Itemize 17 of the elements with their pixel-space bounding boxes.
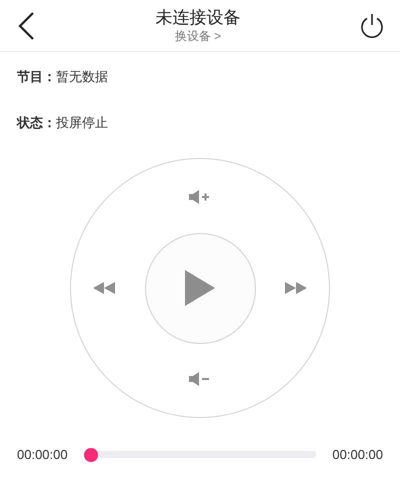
progress-thumb[interactable] <box>84 448 98 462</box>
change-device-link[interactable]: 换设备 > <box>174 28 222 44</box>
progress-track[interactable] <box>98 451 316 458</box>
power-icon[interactable] <box>360 12 384 38</box>
info-value: 暂无数据 <box>56 68 108 86</box>
total-time: 00:00:00 <box>332 446 383 464</box>
rewind-icon[interactable] <box>93 282 115 294</box>
info-label: 节目： <box>17 68 56 86</box>
fast-forward-icon[interactable] <box>285 282 307 294</box>
play-icon <box>185 270 215 306</box>
back-icon[interactable] <box>16 10 36 40</box>
window-title: 未连接设备 <box>156 7 240 29</box>
info-label: 状态： <box>17 114 56 132</box>
volume-up-icon[interactable] <box>188 189 212 205</box>
elapsed-time: 00:00:00 <box>17 446 68 464</box>
volume-down-icon[interactable] <box>188 371 212 387</box>
info-value: 投屏停止 <box>56 114 108 132</box>
